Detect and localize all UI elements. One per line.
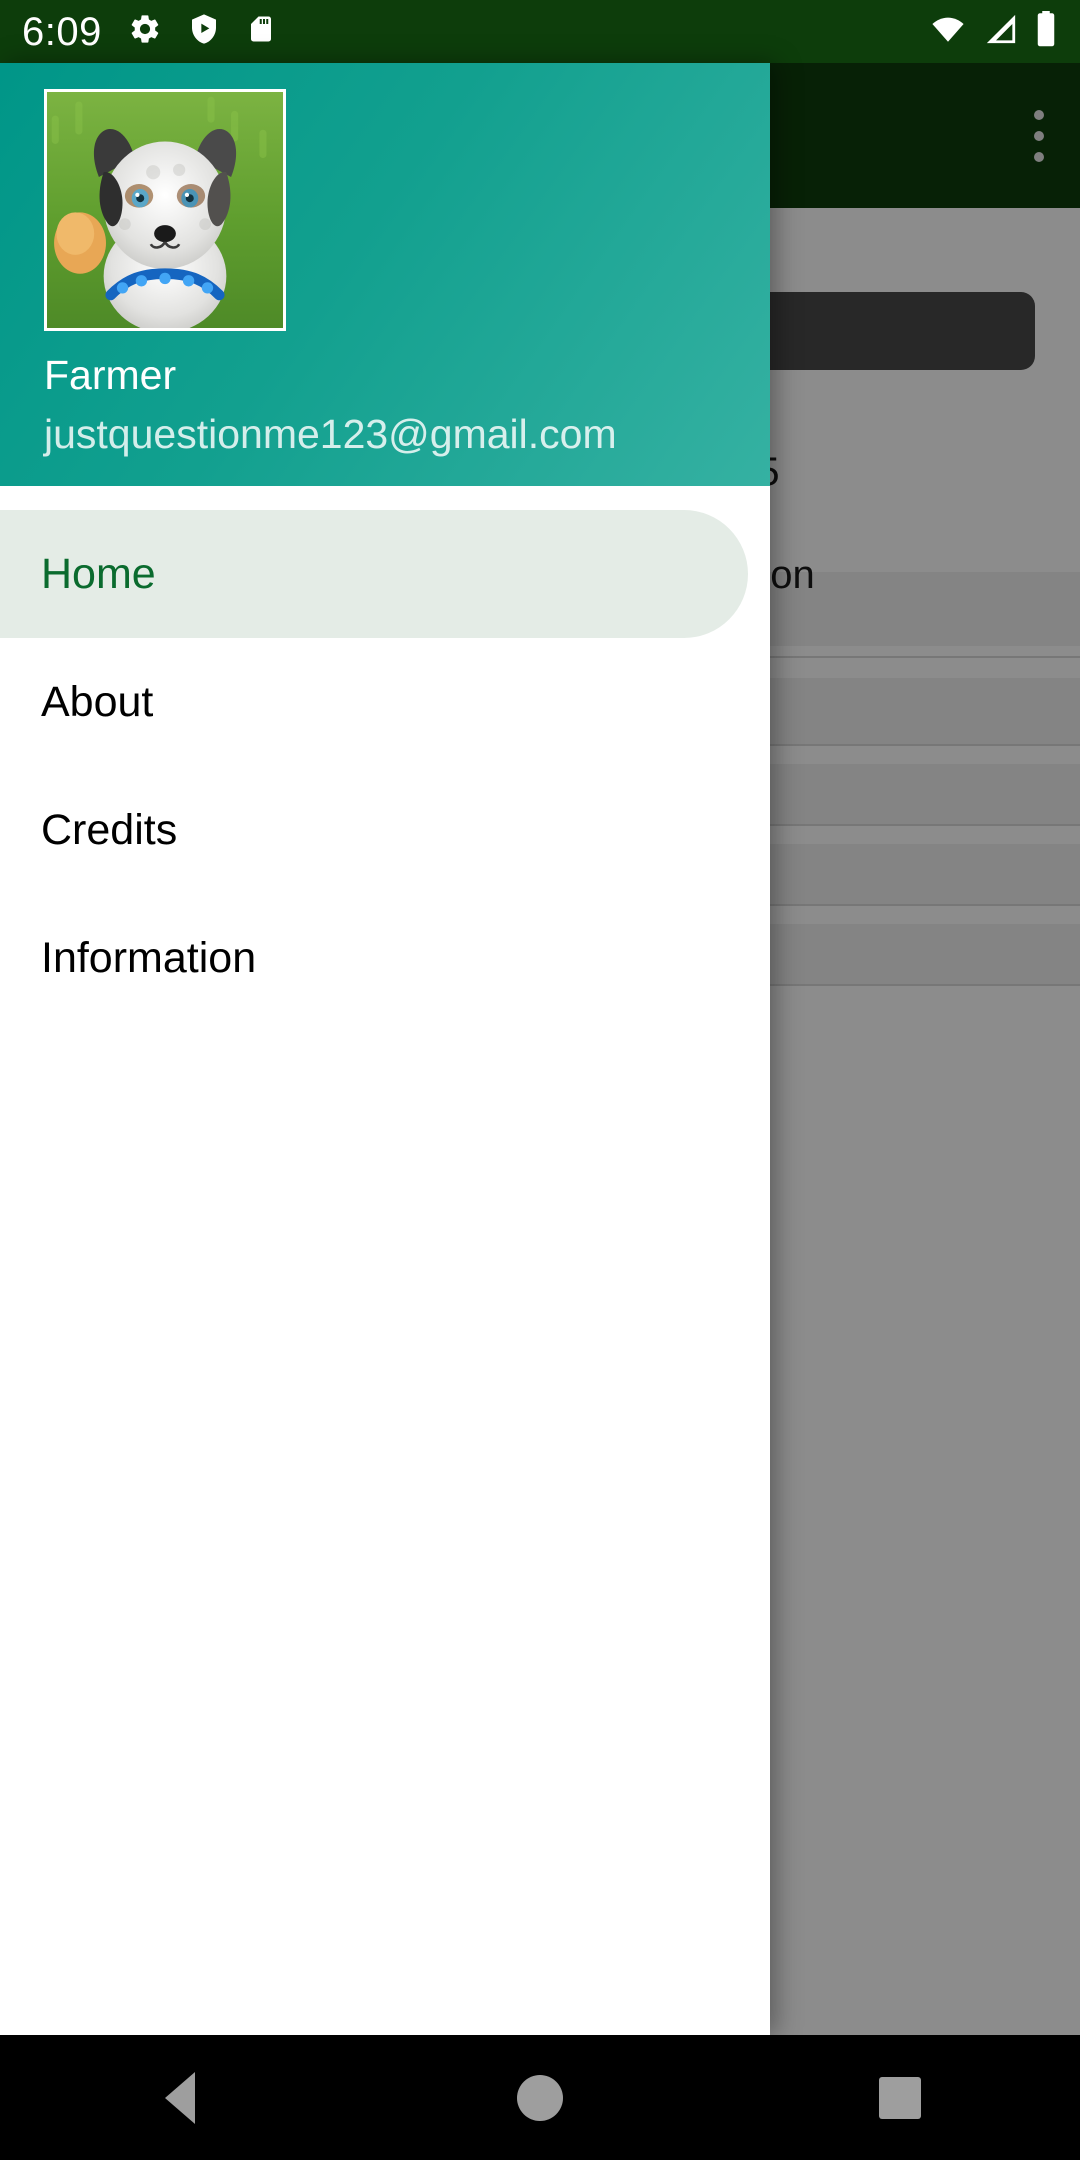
puppy-photo-icon	[47, 92, 283, 328]
recents-button[interactable]	[810, 2035, 990, 2160]
wifi-icon	[928, 12, 968, 51]
battery-icon	[1034, 11, 1058, 52]
status-bar-left: 6:09	[22, 12, 276, 52]
drawer-header: Farmer justquestionme123@gmail.com	[0, 63, 770, 486]
home-button[interactable]	[450, 2035, 630, 2160]
sidebar-item-information[interactable]: Information	[0, 894, 748, 1022]
home-icon	[517, 2074, 563, 2121]
profile-name: Farmer	[44, 352, 177, 398]
status-clock: 6:09	[22, 9, 102, 54]
sidebar-item-about[interactable]: About	[0, 638, 748, 766]
status-bar: 6:09	[0, 0, 1080, 63]
system-navigation-bar	[0, 2035, 1080, 2160]
back-icon	[165, 2071, 195, 2124]
sidebar-item-credits[interactable]: Credits	[0, 766, 748, 894]
settings-gear-icon	[128, 12, 162, 51]
back-button[interactable]	[90, 2035, 270, 2160]
navigation-drawer: Farmer justquestionme123@gmail.com Home …	[0, 63, 770, 2035]
drawer-nav-list: Home About Credits Information	[0, 486, 770, 1022]
sd-card-icon	[246, 12, 276, 51]
sidebar-item-home[interactable]: Home	[0, 510, 748, 638]
phone-screen: : 5 cation g 6:09	[0, 0, 1080, 2160]
recents-icon	[879, 2076, 921, 2119]
avatar[interactable]	[44, 89, 286, 331]
profile-email: justquestionme123@gmail.com	[44, 411, 617, 458]
play-protect-shield-icon	[188, 12, 220, 51]
cellular-signal-icon	[982, 12, 1020, 51]
status-bar-right	[928, 11, 1058, 52]
